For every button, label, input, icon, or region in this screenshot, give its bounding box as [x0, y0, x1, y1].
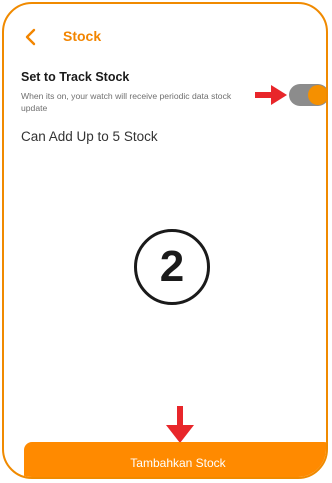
annotation-arrow-down-icon: [166, 406, 194, 443]
stock-limit-text: Can Add Up to 5 Stock: [21, 129, 158, 144]
track-stock-title: Set to Track Stock: [21, 70, 130, 84]
track-stock-description: When its on, your watch will receive per…: [21, 91, 232, 113]
step-number-badge: 2: [134, 229, 210, 305]
chevron-left-icon[interactable]: [24, 28, 38, 46]
add-stock-button[interactable]: Tambahkan Stock: [24, 442, 326, 477]
phone-frame: Stock Set to Track Stock When its on, yo…: [2, 2, 328, 479]
track-stock-toggle[interactable]: [289, 84, 326, 106]
page-title: Stock: [63, 28, 102, 44]
header: Stock: [4, 22, 326, 50]
annotation-arrow-right-icon: [255, 85, 287, 105]
toggle-knob: [308, 85, 326, 105]
